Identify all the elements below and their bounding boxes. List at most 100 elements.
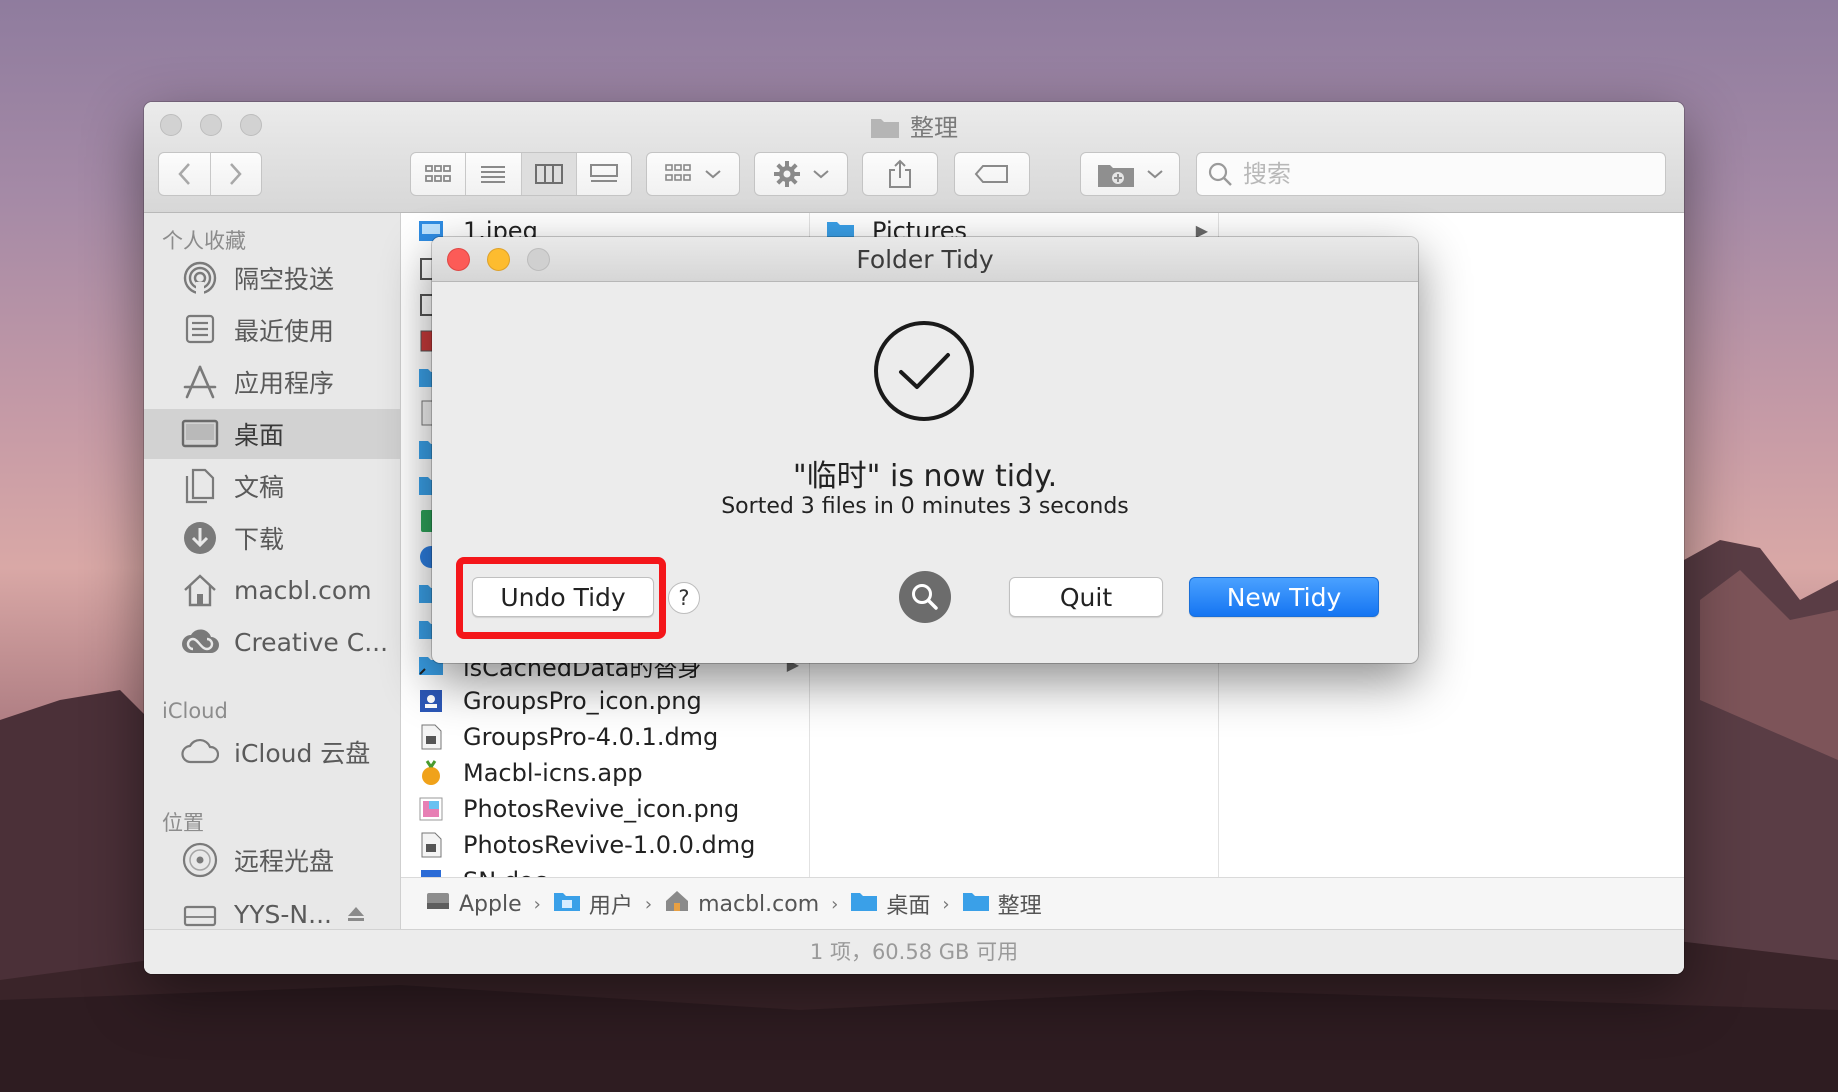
path-segment-label: 整理: [997, 894, 1042, 919]
dialog-titlebar: Folder Tidy: [432, 237, 1418, 282]
share-icon: [889, 159, 911, 188]
chevron-right-icon: [229, 163, 242, 185]
sidebar-item-label: YYS-N...: [234, 899, 332, 929]
path-segment[interactable]: Apple: [425, 889, 522, 919]
undo-tidy-button[interactable]: Undo Tidy: [472, 577, 654, 617]
checkmark-icon: [874, 321, 974, 421]
airdrop-icon: [180, 258, 220, 298]
gallery-view-button[interactable]: [577, 153, 631, 195]
sidebar-item-label: 下载: [234, 525, 285, 554]
image-file-icon: [417, 795, 445, 823]
recents-icon: [180, 310, 220, 350]
new-folder-button[interactable]: [1080, 152, 1180, 196]
locations-header: 位置: [162, 811, 204, 835]
reveal-search-button[interactable]: [899, 571, 951, 623]
gallery-view-icon: [589, 164, 618, 182]
desktop-icon: [180, 414, 220, 454]
eject-icon[interactable]: [346, 900, 366, 929]
action-button[interactable]: [754, 152, 848, 196]
chevron-down-icon: [1147, 170, 1163, 179]
sidebar-item-label: 隔空投送: [234, 265, 335, 294]
search-field[interactable]: [1196, 152, 1666, 196]
new-tidy-button[interactable]: New Tidy: [1189, 577, 1379, 617]
list-item[interactable]: GroupsPro-4.0.1.dmg: [401, 719, 809, 755]
sidebar-item-network-drive[interactable]: YYS-N...: [144, 889, 400, 929]
favorites-header: 个人收藏: [162, 229, 246, 253]
nav-buttons: [158, 152, 262, 196]
sidebar-item-label: 最近使用: [234, 317, 335, 346]
list-item[interactable]: PhotosRevive-1.0.0.dmg: [401, 827, 809, 863]
path-segment[interactable]: 桌面: [850, 888, 930, 920]
downloads-icon: [180, 518, 220, 558]
path-segment-label: macbl.com: [698, 891, 820, 917]
dialog-title: Folder Tidy: [856, 245, 994, 274]
help-button[interactable]: ?: [668, 582, 700, 614]
window-title-bar: 整理: [144, 108, 1684, 145]
home-icon: [180, 570, 220, 610]
hard-drive-icon: [425, 889, 451, 919]
column-view-button[interactable]: [521, 153, 577, 195]
icon-view-icon: [425, 165, 452, 182]
list-item[interactable]: SN.doc: [401, 863, 809, 877]
sidebar-item-label: 桌面: [234, 421, 285, 450]
tags-button[interactable]: [954, 152, 1030, 196]
applications-icon: [180, 362, 220, 402]
sidebar-item-recents[interactable]: 最近使用: [144, 305, 400, 355]
window-title: 整理: [910, 114, 958, 142]
sidebar-item-downloads[interactable]: 下载: [144, 513, 400, 563]
sidebar-item-label: Creative C...: [234, 627, 389, 657]
sidebar-item-desktop[interactable]: 桌面: [144, 409, 400, 459]
list-view-button[interactable]: [466, 153, 522, 195]
back-button[interactable]: [159, 153, 211, 195]
folder-icon: [553, 890, 581, 918]
path-bar: Apple › 用户 › macbl.com › 桌面 › 整理: [401, 877, 1684, 930]
gear-icon: [774, 161, 800, 187]
sidebar-item-creative-cloud[interactable]: Creative C...: [144, 617, 400, 667]
file-name: PhotosRevive_icon.png: [463, 795, 740, 823]
sidebar-item-home[interactable]: macbl.com: [144, 565, 400, 615]
sidebar-item-airdrop[interactable]: 隔空投送: [144, 253, 400, 303]
chevron-down-icon: [813, 170, 829, 179]
home-icon: [664, 889, 690, 919]
sidebar-item-applications[interactable]: 应用程序: [144, 357, 400, 407]
path-segment-label: 用户: [588, 894, 633, 919]
path-segment[interactable]: 整理: [962, 888, 1042, 920]
path-segment[interactable]: 用户: [553, 888, 633, 920]
drive-icon: [180, 894, 220, 929]
image-file-icon: [417, 687, 445, 715]
file-name: GroupsPro-4.0.1.dmg: [463, 723, 719, 751]
arrange-icon: [665, 164, 691, 181]
new-folder-icon: [1098, 165, 1134, 187]
sidebar-item-remote-disc[interactable]: 远程光盘: [144, 835, 400, 885]
list-item[interactable]: GroupsPro_icon.png: [401, 683, 809, 719]
cloud-icon: [180, 732, 220, 772]
sidebar-item-label: macbl.com: [234, 575, 372, 605]
search-input[interactable]: [1241, 159, 1645, 189]
share-button[interactable]: [862, 152, 938, 196]
path-separator: ›: [533, 893, 541, 915]
sidebar-item-label: 远程光盘: [234, 847, 335, 876]
folder-tidy-dialog: Folder Tidy "临时" is now tidy. Sorted 3 f…: [432, 237, 1418, 663]
sidebar-item-label: iCloud 云盘: [234, 739, 371, 768]
file-name: GroupsPro_icon.png: [463, 687, 702, 715]
path-segment[interactable]: macbl.com: [664, 889, 819, 919]
list-item[interactable]: PhotosRevive_icon.png: [401, 791, 809, 827]
sidebar-item-documents[interactable]: 文稿: [144, 461, 400, 511]
folder-icon: [850, 890, 878, 918]
icon-view-button[interactable]: [411, 153, 467, 195]
quit-button[interactable]: Quit: [1009, 577, 1163, 617]
list-view-icon: [481, 166, 506, 183]
file-name: SN.doc: [463, 867, 547, 877]
status-bar: 1 项，60.58 GB 可用: [144, 929, 1684, 974]
arrange-button[interactable]: [646, 152, 740, 196]
view-mode-control: [410, 152, 632, 196]
folder-icon: [870, 115, 900, 145]
dmg-file-icon: [417, 723, 445, 751]
path-segment-label: Apple: [459, 891, 522, 917]
sidebar-item-icloud-drive[interactable]: iCloud 云盘: [144, 727, 400, 777]
icloud-header: iCloud: [162, 699, 228, 723]
chevron-down-icon: [705, 170, 721, 179]
forward-button[interactable]: [211, 153, 262, 195]
list-item[interactable]: Macbl-icns.app: [401, 755, 809, 791]
tag-icon: [974, 165, 1008, 183]
